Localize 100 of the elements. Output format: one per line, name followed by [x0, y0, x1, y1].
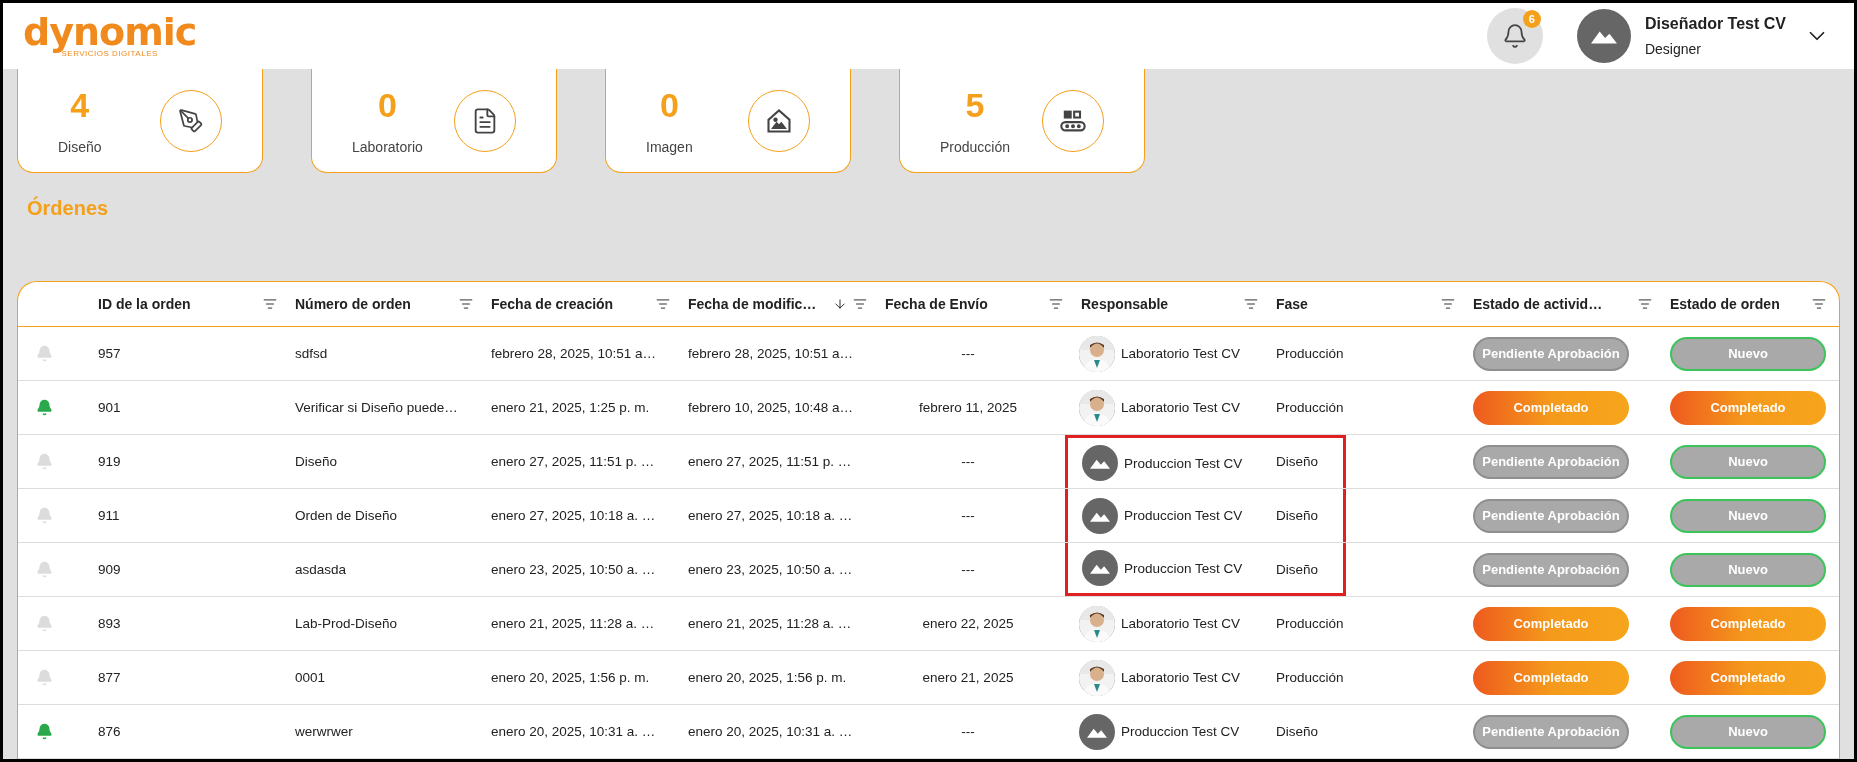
stat-value: 5 [965, 86, 985, 125]
column-header[interactable]: ID de la orden [98, 296, 257, 312]
order-id: 876 [98, 724, 122, 739]
stat-value: 0 [659, 86, 679, 125]
filter-icon[interactable] [1244, 297, 1258, 311]
column-header[interactable]: Fecha de modific… [688, 296, 827, 312]
creation-date: enero 27, 2025, 10:18 a. … [491, 508, 657, 523]
filter-icon[interactable] [459, 297, 473, 311]
shipping-date: --- [960, 454, 976, 469]
order-number: Lab-Prod-Diseño [295, 616, 399, 631]
filter-icon[interactable] [1812, 297, 1826, 311]
notification-count: 6 [1522, 10, 1541, 28]
order-number: Diseño [295, 454, 339, 469]
order-id: 957 [98, 346, 122, 361]
pen-icon [178, 107, 204, 134]
filter-icon[interactable] [1441, 297, 1455, 311]
image-placeholder-icon [1090, 562, 1110, 574]
modified-date: enero 23, 2025, 10:50 a. … [688, 562, 854, 577]
phase: Diseño [1276, 562, 1320, 577]
stat-label: Diseño [58, 139, 102, 155]
column-header[interactable]: Estado de activid… [1473, 296, 1632, 312]
phase: Diseño [1276, 454, 1320, 469]
order-number: 0001 [295, 670, 327, 685]
order-number: sdfsd [295, 346, 329, 361]
user-role: Designer [1644, 41, 1702, 57]
shipping-date: --- [960, 724, 976, 739]
user-name: Diseñador Test CV [1644, 15, 1786, 33]
activity-status: Completado [1473, 390, 1629, 425]
phase: Diseño [1276, 508, 1320, 523]
activity-status: Pendiente Aprobación [1473, 714, 1629, 749]
creation-date: enero 27, 2025, 11:51 p. … [491, 454, 656, 469]
modified-date: enero 20, 2025, 10:31 a. … [688, 724, 854, 739]
responsible-name: Produccion Test CV [1124, 560, 1243, 576]
section-title: Órdenes [27, 197, 109, 219]
responsible-name: Produccion Test CV [1121, 724, 1240, 739]
stat-label: Imagen [646, 139, 693, 155]
stat-value: 0 [377, 86, 397, 125]
filter-icon[interactable] [656, 297, 670, 311]
column-header[interactable]: Fase [1276, 296, 1435, 312]
modified-date: enero 27, 2025, 11:51 p. … [688, 454, 853, 469]
filter-icon[interactable] [263, 297, 277, 311]
order-id: 877 [98, 670, 122, 685]
shipping-date: febrero 11, 2025 [917, 400, 1019, 415]
modified-date: enero 20, 2025, 1:56 p. m. [688, 670, 848, 685]
shipping-date: --- [960, 346, 976, 361]
creation-date: enero 21, 2025, 1:25 p. m. [491, 400, 651, 415]
column-header[interactable]: Responsable [1081, 296, 1238, 312]
order-status: Completado [1670, 606, 1826, 641]
order-id: 919 [98, 454, 122, 469]
activity-status: Pendiente Aprobación [1473, 336, 1629, 371]
stat-label: Laboratorio [352, 139, 423, 155]
modified-date: enero 21, 2025, 11:28 a. … [688, 616, 853, 631]
column-header[interactable]: Fecha de creación [491, 296, 650, 312]
modified-date: enero 27, 2025, 10:18 a. … [688, 508, 854, 523]
stat-label: Producción [940, 139, 1011, 155]
creation-date: enero 20, 2025, 1:56 p. m. [491, 670, 651, 685]
order-number: Orden de Diseño [295, 508, 399, 523]
order-id: 901 [98, 400, 122, 415]
phase: Producción [1276, 670, 1345, 685]
filter-icon[interactable] [853, 297, 867, 311]
order-status: Nuevo [1670, 444, 1826, 479]
filter-icon[interactable] [1049, 297, 1063, 311]
phase: Diseño [1276, 724, 1320, 739]
bell-icon [1501, 23, 1528, 49]
shipping-date: --- [960, 508, 976, 523]
order-number: asdasda [295, 562, 348, 577]
activity-status: Pendiente Aprobación [1473, 552, 1629, 587]
responsible-name: Laboratorio Test CV [1121, 616, 1241, 631]
responsible-name: Produccion Test CV [1124, 455, 1243, 471]
creation-date: enero 20, 2025, 10:31 a. … [491, 724, 657, 739]
order-id: 909 [98, 562, 122, 577]
creation-date: febrero 28, 2025, 10:51 a… [491, 346, 658, 361]
responsible-name: Laboratorio Test CV [1121, 670, 1241, 685]
column-header[interactable]: Fecha de Envío [885, 296, 1043, 312]
order-status: Nuevo [1670, 552, 1826, 587]
activity-status: Pendiente Aprobación [1473, 498, 1629, 533]
phase: Producción [1276, 400, 1345, 415]
image-placeholder-icon [1090, 457, 1110, 469]
shipping-date: enero 21, 2025 [921, 670, 1015, 685]
activity-status: Pendiente Aprobación [1473, 444, 1629, 479]
column-header[interactable]: Número de orden [295, 296, 453, 312]
shipping-date: --- [960, 562, 976, 577]
responsible-name: Produccion Test CV [1124, 508, 1243, 523]
filter-icon[interactable] [1638, 297, 1652, 311]
activity-status: Completado [1473, 660, 1629, 695]
order-id: 893 [98, 616, 122, 631]
phase: Producción [1276, 346, 1345, 361]
creation-date: enero 21, 2025, 11:28 a. … [491, 616, 656, 631]
order-status: Nuevo [1670, 498, 1826, 533]
responsible-name: Laboratorio Test CV [1121, 346, 1241, 361]
modified-date: febrero 10, 2025, 10:48 a… [688, 400, 855, 415]
order-status: Nuevo [1670, 714, 1826, 749]
shipping-date: enero 22, 2025 [921, 616, 1015, 631]
order-id: 911 [98, 508, 121, 523]
modified-date: febrero 28, 2025, 10:51 a… [688, 346, 855, 361]
order-status: Nuevo [1670, 336, 1826, 371]
activity-status: Completado [1473, 606, 1629, 641]
order-status: Completado [1670, 390, 1826, 425]
column-header[interactable]: Estado de orden [1670, 296, 1806, 312]
order-number: werwrwer [295, 724, 354, 739]
